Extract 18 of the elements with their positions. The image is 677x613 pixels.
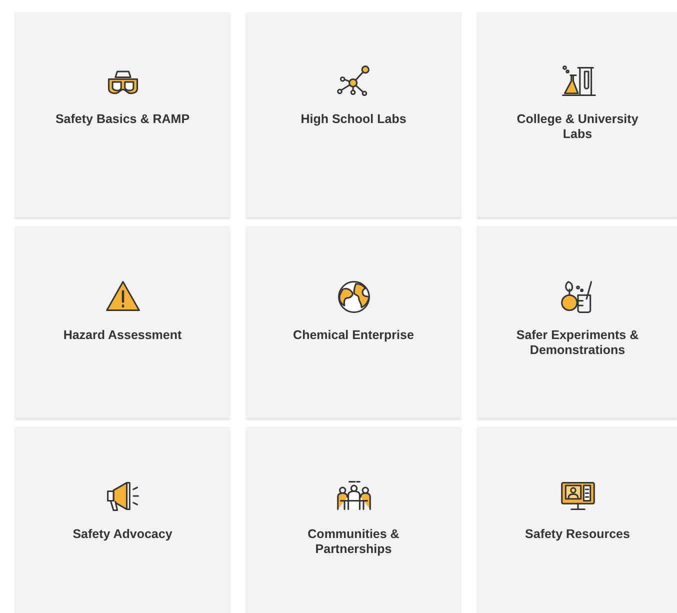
card-title: Hazard Assessment [62, 328, 183, 343]
category-card[interactable]: Safer Experiments & Demonstrations [477, 226, 677, 418]
card-title: College & University Labs [516, 112, 640, 142]
category-card[interactable]: Hazard Assessment [15, 226, 230, 418]
category-card[interactable]: Chemical Enterprise [246, 226, 461, 418]
category-card[interactable]: Safety Advocacy [15, 427, 230, 613]
category-card[interactable]: Safety Resources [477, 427, 677, 613]
category-card[interactable]: Communities & Partnerships [246, 427, 461, 613]
category-card[interactable]: High School Labs [246, 12, 461, 217]
card-title: Communities & Partnerships [306, 527, 400, 557]
card-title: Chemical Enterprise [292, 328, 415, 343]
card-title: High School Labs [300, 112, 408, 127]
category-card[interactable]: College & University Labs [477, 12, 677, 217]
card-title: Safer Experiments & Demonstrations [515, 328, 640, 358]
category-card[interactable]: Safety Basics & RAMP [15, 12, 230, 217]
card-title: Safety Resources [524, 527, 631, 542]
card-title: Safety Advocacy [72, 527, 174, 542]
card-title: Safety Basics & RAMP [54, 112, 191, 127]
